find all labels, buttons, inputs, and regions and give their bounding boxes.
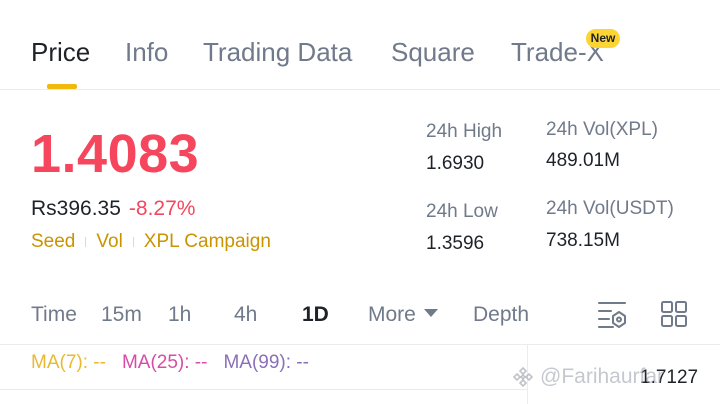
depth-button[interactable]: Depth [473,302,529,328]
high-label: 24h High [426,121,503,142]
tag-seed[interactable]: Seed [31,230,75,254]
watermark: @Farihaurfar [512,364,664,390]
watermark-text: @Farihaurfar [540,365,665,388]
interval-1d[interactable]: 1D [302,302,329,328]
grid-layout-icon[interactable] [658,298,690,330]
tab-square[interactable]: Square [391,36,475,68]
last-price: 1.4083 [31,124,200,184]
interval-15m[interactable]: 15m [101,302,142,328]
chart-top-gridline [0,389,527,390]
tab-price[interactable]: Price [31,36,90,68]
interval-more-label: More [368,303,416,326]
tab-trading-data[interactable]: Trading Data [203,36,352,68]
indicator-settings-icon[interactable] [596,298,628,330]
high-value: 1.6930 [426,153,485,174]
tab-info[interactable]: Info [125,36,168,68]
top-tab-bar: Price Info Trading Data Square Trade-X N… [0,0,720,90]
section-divider [0,344,720,345]
interval-bar: Time 15m 1h 4h 1D More Depth [0,298,720,342]
ma7-label: MA(7): -- [31,352,106,373]
low-label: 24h Low [426,201,498,222]
low-value: 1.3596 [426,233,485,254]
binance-logo-icon [512,366,534,388]
tag-divider [85,237,87,247]
tag-divider [132,237,134,247]
price-change-percent: -8.27% [128,197,196,220]
interval-4h[interactable]: 4h [234,302,257,328]
vol-base-label: 24h Vol(XPL) [546,119,658,140]
ma-legend: MA(7): -- MA(25): -- MA(99): -- [31,351,309,375]
tag-xpl-campaign[interactable]: XPL Campaign [144,230,271,254]
vol-quote-value: 738.15M [546,230,620,251]
active-tab-indicator [47,84,77,89]
fiat-price-row: Rs396.35 -8.27% [31,196,195,222]
ma99-label: MA(99): -- [223,352,309,373]
tag-vol[interactable]: Vol [96,230,122,254]
fiat-price: Rs396.35 [31,197,121,220]
tag-row: Seed Vol XPL Campaign [31,230,271,254]
vol-base-value: 489.01M [546,150,620,171]
caret-down-icon [423,309,438,318]
ma25-label: MA(25): -- [121,352,208,373]
interval-more-dropdown[interactable]: More [368,302,438,328]
interval-time[interactable]: Time [31,302,77,328]
vol-quote-label: 24h Vol(USDT) [546,198,674,219]
interval-1h[interactable]: 1h [168,302,191,328]
new-badge: New [586,29,620,48]
